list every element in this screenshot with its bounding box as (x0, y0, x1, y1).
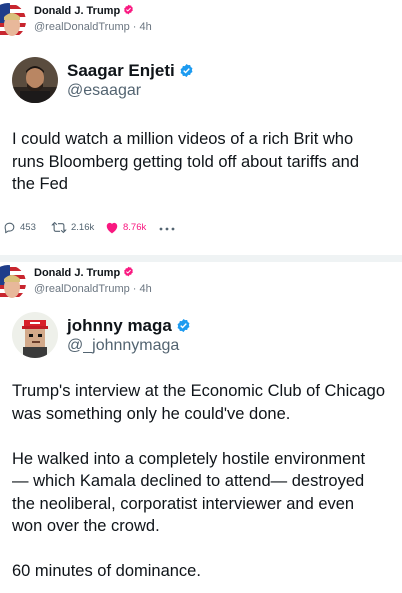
pixel-art-avatar-image (12, 312, 58, 358)
quoted-author-avatar[interactable] (12, 312, 58, 358)
post-header: Donald J. Trump @realDonaldTrump · 4h (0, 262, 402, 301)
reply-button[interactable]: 453 (3, 221, 36, 234)
verified-badge-icon (180, 63, 193, 78)
post-separator (0, 255, 402, 262)
saagar-avatar-image (12, 57, 58, 103)
reply-icon (4, 222, 15, 234)
post-header: Donald J. Trump @realDonaldTrump · 4h (0, 0, 402, 39)
post-card[interactable]: Donald J. Trump @realDonaldTrump · 4h jo… (0, 262, 402, 593)
quoted-author-name[interactable]: johnny maga (67, 316, 191, 336)
verified-badge-icon (124, 4, 134, 15)
post-text-line: the Fed (12, 175, 68, 193)
quoted-author-handle[interactable]: @_johnnymaga (67, 337, 179, 355)
quoted-author-handle[interactable]: @esaagar (67, 82, 141, 100)
more-icon[interactable] (159, 226, 175, 232)
post-text-line: He walked into a completely hostile envi… (12, 449, 366, 468)
post-action-bar: 453 2.16k 8.76k (3, 221, 383, 241)
like-icon (106, 222, 118, 234)
like-button[interactable]: 8.76k (105, 221, 146, 234)
post-text-line: — which Kamala declined to attend— destr… (12, 472, 365, 490)
quoted-author-name[interactable]: Saagar Enjeti (67, 61, 194, 81)
post-text-line: the neoliberal, corporatist interviewer … (12, 494, 355, 513)
repost-icon (51, 221, 67, 234)
author-avatar[interactable] (0, 265, 26, 301)
quoted-author-name-text: johnny maga (67, 316, 172, 335)
author-handle-time: @realDonaldTrump · 4h (34, 21, 152, 33)
quoted-post-text: Trump's interview at the Economic Club o… (12, 380, 397, 583)
quoted-author-name-text: Saagar Enjeti (67, 61, 175, 80)
post-text-line: 60 minutes of dominance. (12, 562, 201, 580)
author-name[interactable]: Donald J. Trump (34, 4, 134, 17)
post-text-line: Trump's interview at the Economic Club o… (12, 382, 386, 400)
post-text-line: I could watch a million videos of a rich… (12, 130, 354, 148)
repost-button[interactable]: 2.16k (51, 221, 94, 234)
author-name[interactable]: Donald J. Trump (34, 266, 134, 279)
post-text-line: was something only he could've done. (12, 404, 291, 423)
post-text-line: won over the crowd. (12, 517, 160, 535)
verified-badge-icon (177, 318, 190, 333)
author-handle-time: @realDonaldTrump · 4h (34, 283, 152, 295)
quoted-author-avatar[interactable] (12, 57, 58, 103)
reply-count: 453 (20, 222, 36, 233)
author-avatar[interactable] (0, 3, 26, 39)
post-card[interactable]: Donald J. Trump @realDonaldTrump · 4h Sa… (0, 0, 402, 255)
repost-count: 2.16k (71, 222, 95, 233)
verified-badge-icon (124, 266, 134, 277)
author-name-text: Donald J. Trump (34, 267, 121, 279)
like-count: 8.76k (123, 222, 147, 233)
flag-avatar-image (0, 265, 26, 301)
post-text-line: runs Bloomberg getting told off about ta… (12, 152, 360, 171)
flag-avatar-image (0, 3, 26, 39)
author-name-text: Donald J. Trump (34, 5, 121, 17)
quoted-post-text: I could watch a million videos of a rich… (12, 128, 397, 196)
